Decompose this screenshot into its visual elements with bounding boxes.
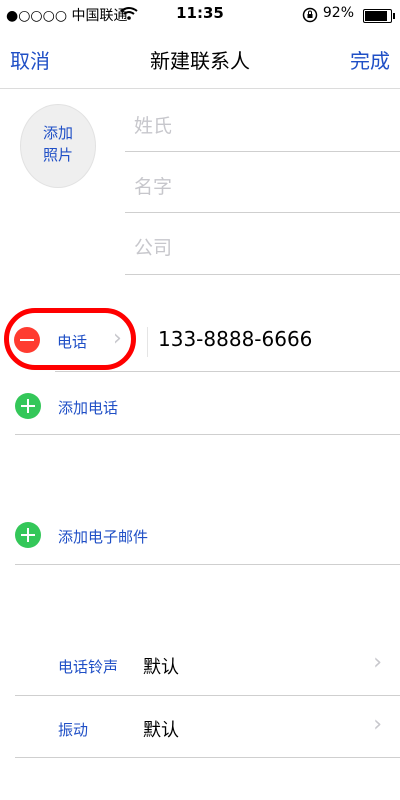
field-divider	[125, 212, 400, 213]
highlight-circle	[4, 308, 136, 370]
last-name-field[interactable]: 姓氏	[134, 111, 172, 138]
rotation-lock-icon	[302, 7, 318, 23]
add-phone-button[interactable]: 添加电话	[58, 397, 118, 418]
battery-icon	[363, 9, 395, 23]
first-name-field[interactable]: 名字	[134, 172, 172, 199]
row-divider	[15, 757, 400, 758]
vibration-value[interactable]: 默认	[143, 716, 179, 742]
chevron-right-icon[interactable]: ›	[373, 712, 382, 737]
add-email-button[interactable]: 添加电子邮件	[58, 526, 148, 547]
row-divider	[15, 564, 400, 565]
add-phone-icon[interactable]	[15, 393, 41, 419]
field-divider	[125, 274, 400, 275]
battery-percent: 92%	[322, 5, 354, 21]
vibration-label: 振动	[58, 721, 89, 739]
field-divider	[125, 151, 400, 152]
phone-number-field[interactable]: 133-8888-6666	[158, 327, 312, 351]
phone-separator	[147, 327, 148, 357]
add-email-icon[interactable]	[15, 522, 41, 548]
row-divider	[15, 434, 400, 435]
add-photo-label-line1: 添加	[42, 124, 73, 142]
ringtone-label: 电话铃声	[58, 658, 119, 676]
ringtone-value[interactable]: 默认	[143, 653, 179, 679]
chevron-right-icon[interactable]: ›	[373, 650, 382, 675]
add-photo-label-line2: 照片	[42, 146, 73, 164]
status-bar: ●○○○○ 中国联通 11:35 92%	[0, 0, 400, 30]
add-photo-button[interactable]: 添加 照片	[20, 104, 96, 188]
done-button[interactable]: 完成	[350, 45, 390, 74]
page-title: 新建联系人	[150, 49, 250, 73]
company-field[interactable]: 公司	[134, 233, 172, 260]
row-divider	[15, 695, 400, 696]
nav-divider	[0, 88, 400, 89]
row-divider	[55, 371, 400, 372]
